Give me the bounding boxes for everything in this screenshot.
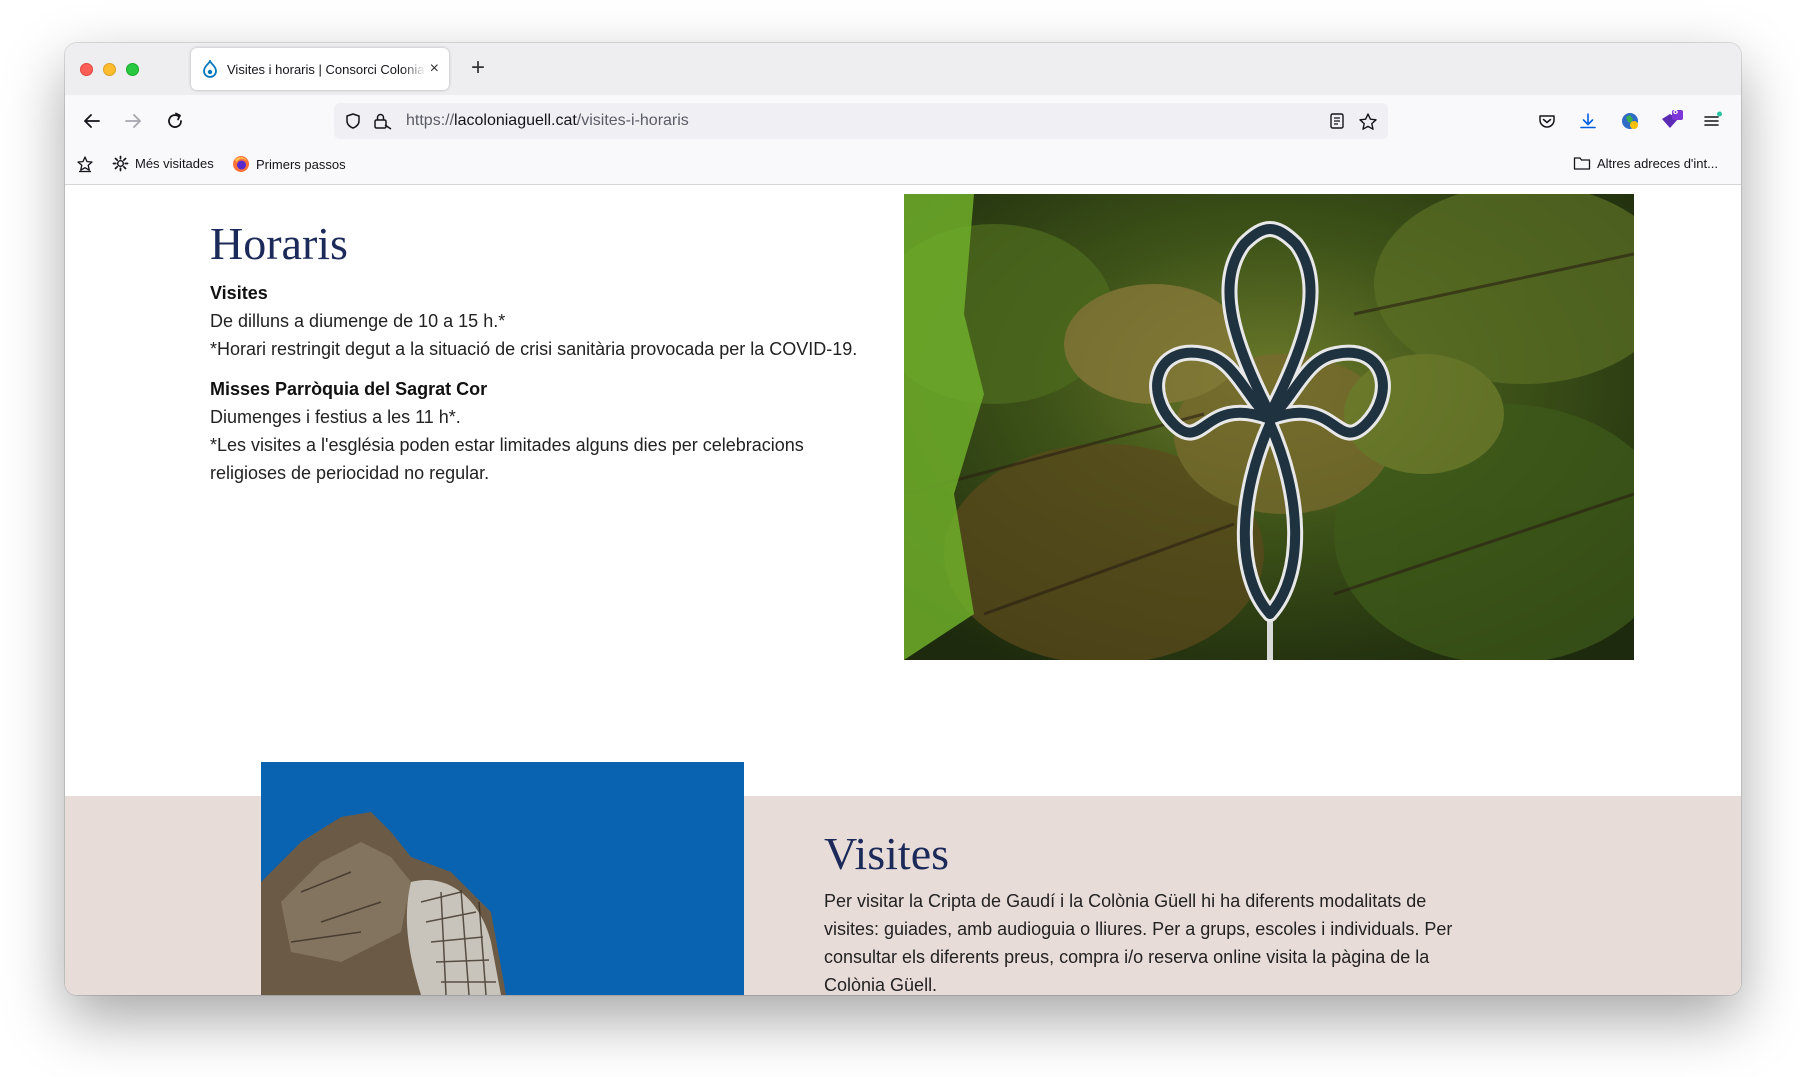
forward-button[interactable] — [118, 106, 148, 136]
url-text[interactable]: https://lacoloniaguell.cat/visites-i-hor… — [406, 112, 689, 130]
gear-icon — [112, 155, 129, 172]
bookmark-label: Primers passos — [256, 156, 346, 172]
firefox-icon — [233, 156, 249, 172]
drupal-favicon-icon — [203, 60, 217, 78]
url-bar[interactable]: https://lacoloniaguell.cat/visites-i-hor… — [334, 103, 1388, 139]
zoom-window-button[interactable] — [126, 63, 139, 76]
back-arrow-icon — [84, 114, 100, 128]
url-path: /visites-i-horaris — [576, 112, 689, 129]
browser-window: Visites i horaris | Consorci Colonia Güe… — [65, 43, 1741, 995]
shield-icon[interactable] — [344, 112, 362, 130]
tab-active[interactable]: Visites i horaris | Consorci Colonia Güe… — [191, 48, 449, 90]
visites-note: *Horari restringit degut a la situació d… — [210, 339, 858, 360]
bookmarks-bar: Més visitades Primers passos Altres adre… — [65, 145, 1741, 185]
bookmark-manager-icon — [77, 156, 93, 173]
visites-label: Visites — [210, 283, 268, 304]
url-host: lacoloniaguell.cat — [454, 112, 577, 129]
pocket-button[interactable] — [1534, 108, 1560, 134]
account-icon — [1622, 113, 1638, 129]
cross-photo-image — [904, 194, 1634, 660]
pocket-icon — [1539, 115, 1555, 128]
reload-icon — [168, 112, 182, 128]
misses-note: *Les visites a l'església poden estar li… — [210, 435, 804, 484]
reload-button[interactable] — [160, 106, 190, 136]
bookmarks-star-button[interactable] — [76, 155, 100, 173]
bookmark-label: Altres adreces d'int... — [1597, 155, 1718, 171]
misses-label: Misses Parròquia del Sagrat Cor — [210, 379, 488, 400]
account-button[interactable] — [1617, 108, 1643, 134]
bookmark-altres-adreces[interactable]: Altres adreces d'int... — [1573, 155, 1718, 171]
reader-view-icon[interactable] — [1328, 112, 1346, 130]
lock-icon[interactable] — [372, 112, 392, 130]
close-window-button[interactable] — [80, 63, 93, 76]
minimize-window-button[interactable] — [103, 63, 116, 76]
tab-title: Visites i horaris | Consorci Colonia Güe… — [227, 61, 426, 77]
url-scheme: https:// — [406, 112, 455, 129]
visites-heading: Visites — [824, 828, 950, 879]
back-button[interactable] — [77, 106, 107, 136]
tab-close-icon[interactable]: × — [430, 61, 439, 77]
bookmark-label: Més visitades — [135, 156, 214, 171]
horaris-section: Horaris Visites De dilluns a diumenge de… — [210, 216, 880, 487]
star-icon[interactable] — [1358, 112, 1378, 132]
mosaic-photo — [261, 762, 744, 995]
mosaic-photo-image — [261, 762, 744, 995]
new-tab-button[interactable]: + — [463, 53, 493, 83]
bookmark-primers-passos[interactable]: Primers passos — [232, 155, 346, 173]
visites-description: Per visitar la Cripta de Gaudí i la Colò… — [824, 891, 1453, 995]
misses-schedule: Diumenges i festius a les 11 h*. — [210, 407, 461, 428]
visites-schedule: De dilluns a diumenge de 10 a 15 h.* — [210, 311, 506, 332]
nav-bar: https://lacoloniaguell.cat/visites-i-hor… — [65, 95, 1741, 145]
download-icon — [1580, 113, 1596, 129]
extension-button[interactable]: 8 — [1658, 106, 1684, 134]
cross-photo — [904, 194, 1634, 660]
menu-icon — [1704, 111, 1722, 126]
forward-arrow-icon — [125, 114, 141, 128]
extension-badge: 8 — [1673, 106, 1679, 116]
tab-strip: Visites i horaris | Consorci Colonia Güe… — [65, 43, 1741, 95]
bookmark-mes-visitades[interactable]: Més visitades — [112, 155, 214, 172]
downloads-button[interactable] — [1575, 108, 1601, 134]
page-content: Horaris Visites De dilluns a diumenge de… — [65, 186, 1741, 995]
horaris-heading: Horaris — [210, 218, 348, 269]
menu-button[interactable] — [1699, 108, 1725, 134]
extension-icon — [1662, 110, 1683, 128]
visites-section: Visites Per visitar la Cripta de Gaudí i… — [824, 826, 1464, 995]
folder-icon — [1573, 157, 1591, 170]
